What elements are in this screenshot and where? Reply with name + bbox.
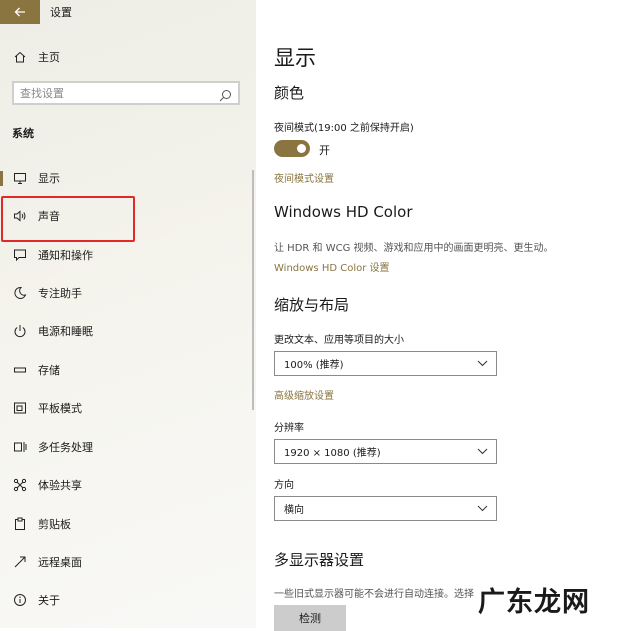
night-light-toggle[interactable] bbox=[274, 140, 310, 157]
sidebar: 设置 主页 系统 显示 声音 通知和操作 专注助手 bbox=[0, 0, 256, 628]
remote-desktop-icon bbox=[12, 554, 28, 570]
sidebar-item-shared-experiences[interactable]: 体验共享 bbox=[0, 470, 256, 500]
window-title: 设置 bbox=[50, 6, 72, 19]
sidebar-item-clipboard[interactable]: 剪贴板 bbox=[0, 509, 256, 539]
night-light-settings-link[interactable]: 夜间模式设置 bbox=[274, 170, 334, 185]
back-button[interactable] bbox=[0, 0, 40, 24]
scale-label: 更改文本、应用等项目的大小 bbox=[274, 335, 404, 346]
title-bar: 设置 bbox=[0, 0, 256, 24]
page-title: 显示 bbox=[274, 46, 316, 70]
orientation-dropdown[interactable]: 横向 bbox=[274, 496, 497, 521]
sidebar-item-label: 关于 bbox=[38, 594, 60, 607]
sidebar-item-about[interactable]: 关于 bbox=[0, 585, 256, 615]
sidebar-item-label: 通知和操作 bbox=[38, 249, 93, 262]
orientation-value: 横向 bbox=[284, 505, 304, 516]
sidebar-item-storage[interactable]: 存储 bbox=[0, 355, 256, 385]
sidebar-item-label: 远程桌面 bbox=[38, 556, 82, 569]
night-light-label: 夜间模式(19:00 之前保持开启) bbox=[274, 123, 414, 134]
share-icon bbox=[12, 477, 28, 493]
section-label: 系统 bbox=[12, 127, 34, 140]
home-label: 主页 bbox=[38, 51, 60, 64]
sidebar-item-label: 体验共享 bbox=[38, 479, 82, 492]
sidebar-item-power-sleep[interactable]: 电源和睡眠 bbox=[0, 316, 256, 346]
sidebar-scrollbar[interactable] bbox=[252, 170, 254, 410]
search-icon[interactable] bbox=[219, 87, 232, 106]
scale-layout-heading: 缩放与布局 bbox=[274, 296, 350, 314]
monitor-icon bbox=[12, 170, 28, 186]
message-icon bbox=[12, 247, 28, 263]
hdr-description: 让 HDR 和 WCG 视频、游戏和应用中的画面更明亮、更生动。 bbox=[274, 243, 554, 254]
highlight-annotation bbox=[1, 196, 135, 242]
sidebar-item-display[interactable]: 显示 bbox=[0, 163, 256, 193]
home-icon bbox=[12, 49, 28, 65]
hdr-heading: Windows HD Color bbox=[274, 203, 413, 221]
main-content: 显示 颜色 夜间模式(19:00 之前保持开启) 开 夜间模式设置 Window… bbox=[256, 0, 630, 631]
sidebar-item-notifications[interactable]: 通知和操作 bbox=[0, 240, 256, 270]
search-input[interactable] bbox=[20, 86, 210, 100]
multi-display-description: 一些旧式显示器可能不会进行自动连接。选择 bbox=[274, 589, 474, 600]
chevron-down-icon bbox=[477, 505, 488, 512]
sidebar-item-label: 专注助手 bbox=[38, 287, 82, 300]
advanced-scaling-link[interactable]: 高级缩放设置 bbox=[274, 387, 334, 402]
color-heading: 颜色 bbox=[274, 84, 305, 102]
sidebar-item-focus-assist[interactable]: 专注助手 bbox=[0, 278, 256, 308]
sidebar-item-label: 多任务处理 bbox=[38, 441, 93, 454]
arrow-left-icon bbox=[14, 7, 25, 17]
resolution-label: 分辨率 bbox=[274, 423, 304, 434]
sidebar-item-tablet-mode[interactable]: 平板模式 bbox=[0, 393, 256, 423]
orientation-label: 方向 bbox=[274, 480, 294, 491]
clipboard-icon bbox=[12, 516, 28, 532]
resolution-value: 1920 × 1080 (推荐) bbox=[284, 448, 381, 459]
multitask-icon bbox=[12, 439, 28, 455]
scale-value: 100% (推荐) bbox=[284, 360, 344, 371]
sidebar-item-label: 剪贴板 bbox=[38, 518, 71, 531]
sidebar-item-label: 存储 bbox=[38, 364, 60, 377]
detect-button[interactable]: 检测 bbox=[274, 605, 346, 631]
chevron-down-icon bbox=[477, 360, 488, 367]
sidebar-item-label: 平板模式 bbox=[38, 402, 82, 415]
resolution-dropdown[interactable]: 1920 × 1080 (推荐) bbox=[274, 439, 497, 464]
sidebar-item-multitasking[interactable]: 多任务处理 bbox=[0, 432, 256, 462]
storage-icon bbox=[12, 362, 28, 378]
power-icon bbox=[12, 323, 28, 339]
chevron-down-icon bbox=[477, 448, 488, 455]
sidebar-item-label: 显示 bbox=[38, 172, 60, 185]
hdr-settings-link[interactable]: Windows HD Color 设置 bbox=[274, 259, 390, 274]
tablet-icon bbox=[12, 400, 28, 416]
toggle-state-label: 开 bbox=[319, 144, 330, 157]
info-icon bbox=[12, 592, 28, 608]
scale-dropdown[interactable]: 100% (推荐) bbox=[274, 351, 497, 376]
moon-icon bbox=[12, 285, 28, 301]
watermark: 广东龙网 bbox=[478, 587, 590, 618]
multi-display-heading: 多显示器设置 bbox=[274, 551, 365, 569]
sidebar-item-label: 电源和睡眠 bbox=[38, 325, 93, 338]
search-box[interactable] bbox=[12, 81, 240, 105]
sidebar-item-remote-desktop[interactable]: 远程桌面 bbox=[0, 547, 256, 577]
sidebar-item-home[interactable]: 主页 bbox=[0, 46, 256, 68]
